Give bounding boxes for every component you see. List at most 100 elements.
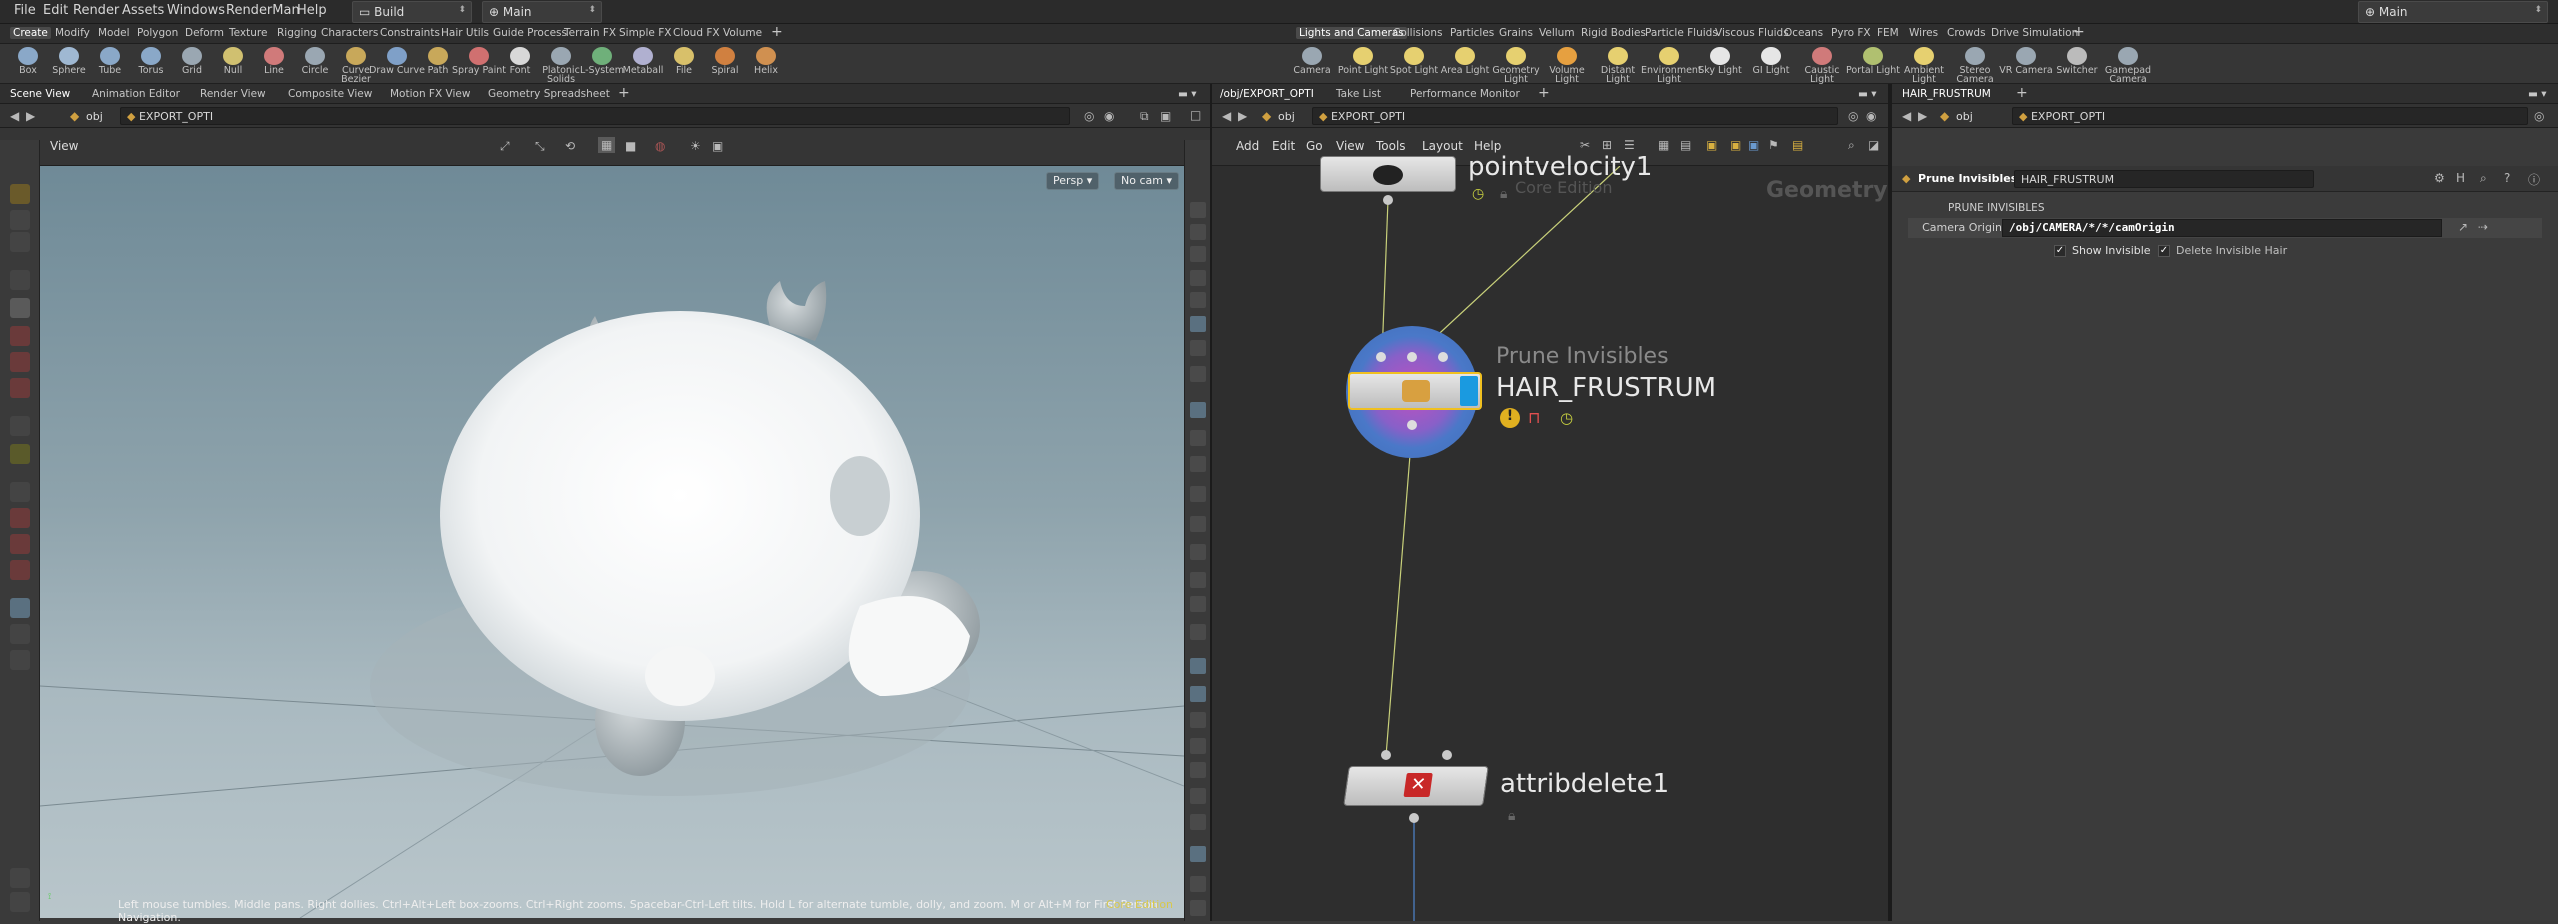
shelf-tab-modify[interactable]: Modify	[52, 27, 93, 39]
node-input-dot-2[interactable]	[1442, 750, 1452, 760]
menu-help[interactable]: Help	[297, 3, 327, 18]
lights-tool-spot-light[interactable]: Spot Light	[1390, 44, 1438, 84]
lights-tool-switcher[interactable]: Switcher	[2055, 44, 2099, 84]
path-field[interactable]: ◆ EXPORT_OPTI	[120, 107, 1070, 125]
note-icon[interactable]: ▣	[1706, 138, 1717, 152]
node-hair-frustrum[interactable]	[1348, 372, 1482, 410]
capture-icon[interactable]	[10, 624, 30, 644]
normals-icon[interactable]	[1190, 456, 1206, 472]
point-display-icon[interactable]	[1190, 486, 1206, 502]
numbers-icon[interactable]	[1190, 544, 1206, 560]
show-invisible-checkbox[interactable]: ✓	[2054, 245, 2066, 257]
shelf-tab-rigid-bodies[interactable]: Rigid Bodies	[1578, 27, 1649, 39]
node-input-dot-2[interactable]	[1407, 352, 1417, 362]
back-arrow-icon[interactable]: ◀	[1902, 109, 1911, 123]
link-icon[interactable]: ◉	[1104, 109, 1114, 123]
tree-icon[interactable]: ⊞	[1602, 138, 1612, 152]
jump-icon[interactable]: ⇢	[2478, 220, 2488, 234]
forward-arrow-icon[interactable]: ▶	[26, 109, 35, 123]
lights-tool-gamepad-camera[interactable]: Gamepad Camera	[2105, 44, 2151, 84]
object-icon[interactable]	[1190, 712, 1206, 728]
node-pointvelocity[interactable]	[1320, 156, 1456, 192]
shelf-tab-deform[interactable]: Deform	[182, 27, 227, 39]
node-input-dot-1[interactable]	[1381, 750, 1391, 760]
create-tool-draw-curve[interactable]: Draw Curve	[369, 44, 425, 84]
create-tool-torus[interactable]: Torus	[129, 44, 173, 84]
node-attribdelete-name[interactable]: attribdelete1	[1500, 769, 1669, 799]
network-view[interactable]: Geometry pointvelocity1 Core Edition ◷ 🔒…	[1210, 152, 1888, 921]
vector-icon[interactable]	[1190, 516, 1206, 532]
lights-tool-gi-light[interactable]: GI Light	[1749, 44, 1793, 84]
menu-assets[interactable]: Assets	[122, 3, 164, 18]
lights-tool-area-light[interactable]: Area Light	[1441, 44, 1489, 84]
shelf-tab-viscous-fluids[interactable]: Viscous Fluids	[1712, 27, 1792, 39]
shadow-icon[interactable]	[1190, 366, 1206, 382]
params-path-field[interactable]: ◆ EXPORT_OPTI	[2012, 107, 2528, 125]
shelf-tab-drive-simulation[interactable]: Drive Simulation	[1988, 27, 2081, 39]
frame-icon[interactable]	[1190, 814, 1206, 830]
lasso-icon[interactable]	[10, 210, 30, 230]
add-tab-icon[interactable]: +	[1538, 85, 1550, 101]
path-root[interactable]: obj	[1278, 110, 1295, 123]
safe-area-icon[interactable]	[1190, 846, 1206, 862]
render-icon[interactable]	[10, 868, 30, 888]
create-tool-tube[interactable]: Tube	[88, 44, 132, 84]
snap-grid-icon[interactable]	[10, 534, 30, 554]
point-icon[interactable]	[1190, 430, 1206, 446]
scale-icon[interactable]	[10, 378, 30, 398]
create-tool-sphere[interactable]: Sphere	[47, 44, 91, 84]
light-icon[interactable]: ☀	[690, 139, 701, 153]
xray-icon[interactable]	[1190, 686, 1206, 702]
light-bulb-icon[interactable]	[1190, 316, 1206, 332]
table-icon[interactable]: ▤	[1680, 138, 1691, 152]
menu-edit[interactable]: Edit	[43, 3, 68, 18]
camera-origin-field[interactable]: /obj/CAMERA/*/*/camOrigin	[2002, 219, 2442, 237]
list-icon[interactable]: ☰	[1624, 138, 1635, 152]
shelf-tab-constraints[interactable]: Constraints	[377, 27, 443, 39]
sphere-icon[interactable]	[1190, 292, 1206, 308]
create-tool-l-system[interactable]: L-System	[580, 44, 624, 84]
menu-go[interactable]: Go	[1306, 139, 1323, 153]
add-tab-icon[interactable]: +	[618, 85, 630, 101]
node-hair-frustrum-name[interactable]: HAIR_FRUSTRUM	[1496, 373, 1716, 403]
image-icon[interactable]: ▣	[1748, 138, 1759, 152]
pane-divider[interactable]	[1210, 84, 1212, 921]
shelf-tab-wires[interactable]: Wires	[1906, 27, 1941, 39]
menu-file[interactable]: File	[14, 3, 36, 18]
tab-motion-fx-view[interactable]: Motion FX View	[390, 88, 470, 100]
shelf-tab-fem[interactable]: FEM	[1874, 27, 1902, 39]
grid-icon[interactable]: ▦	[1658, 138, 1669, 152]
lock-icon[interactable]: 🔒︎	[1500, 186, 1507, 202]
shelf-tab-oceans[interactable]: Oceans	[1781, 27, 1826, 39]
create-tool-spiral[interactable]: Spiral	[703, 44, 747, 84]
warning-icon[interactable]: !	[1500, 408, 1520, 428]
shelf-tab-collisions[interactable]: Collisions	[1390, 27, 1445, 39]
shelf-tab-characters[interactable]: Characters	[318, 27, 381, 39]
tab-animation-editor[interactable]: Animation Editor	[92, 88, 180, 100]
lights-tool-camera[interactable]: Camera	[1290, 44, 1334, 84]
info-icon[interactable]	[1190, 876, 1206, 892]
wire-icon[interactable]: ■	[625, 139, 636, 153]
select-tool-icon[interactable]	[10, 184, 30, 204]
lights-tool-ambient-light[interactable]: Ambient Light	[1902, 44, 1946, 84]
add-tab-icon[interactable]: +	[2016, 85, 2028, 101]
handles-icon[interactable]	[10, 444, 30, 464]
tab-scene-view[interactable]: Scene View	[10, 88, 70, 100]
tab-render-view[interactable]: Render View	[200, 88, 266, 100]
help-panel-icon[interactable]	[1190, 900, 1206, 916]
forward-arrow-icon[interactable]: ▶	[1918, 109, 1927, 123]
lock-camera-icon[interactable]	[1190, 246, 1206, 262]
create-tool-line[interactable]: Line	[252, 44, 296, 84]
lights-tool-stereo-camera[interactable]: Stereo Camera	[1953, 44, 1997, 84]
path-root[interactable]: obj	[86, 110, 103, 123]
shelf-tab-cloud-fx[interactable]: Cloud FX	[670, 27, 723, 39]
background-icon[interactable]	[1190, 402, 1206, 418]
create-tool-grid[interactable]: Grid	[170, 44, 214, 84]
rotate-icon[interactable]: ⟲	[565, 139, 575, 153]
camera-icon[interactable]	[1190, 270, 1206, 286]
menu-edit[interactable]: Edit	[1272, 139, 1295, 153]
lights-tool-caustic-light[interactable]: Caustic Light	[1800, 44, 1844, 84]
tab-take-list[interactable]: Take List	[1336, 88, 1381, 100]
layout-icon[interactable]: ▣	[1160, 109, 1171, 123]
lights-tool-environment-light[interactable]: Environment Light	[1641, 44, 1702, 84]
